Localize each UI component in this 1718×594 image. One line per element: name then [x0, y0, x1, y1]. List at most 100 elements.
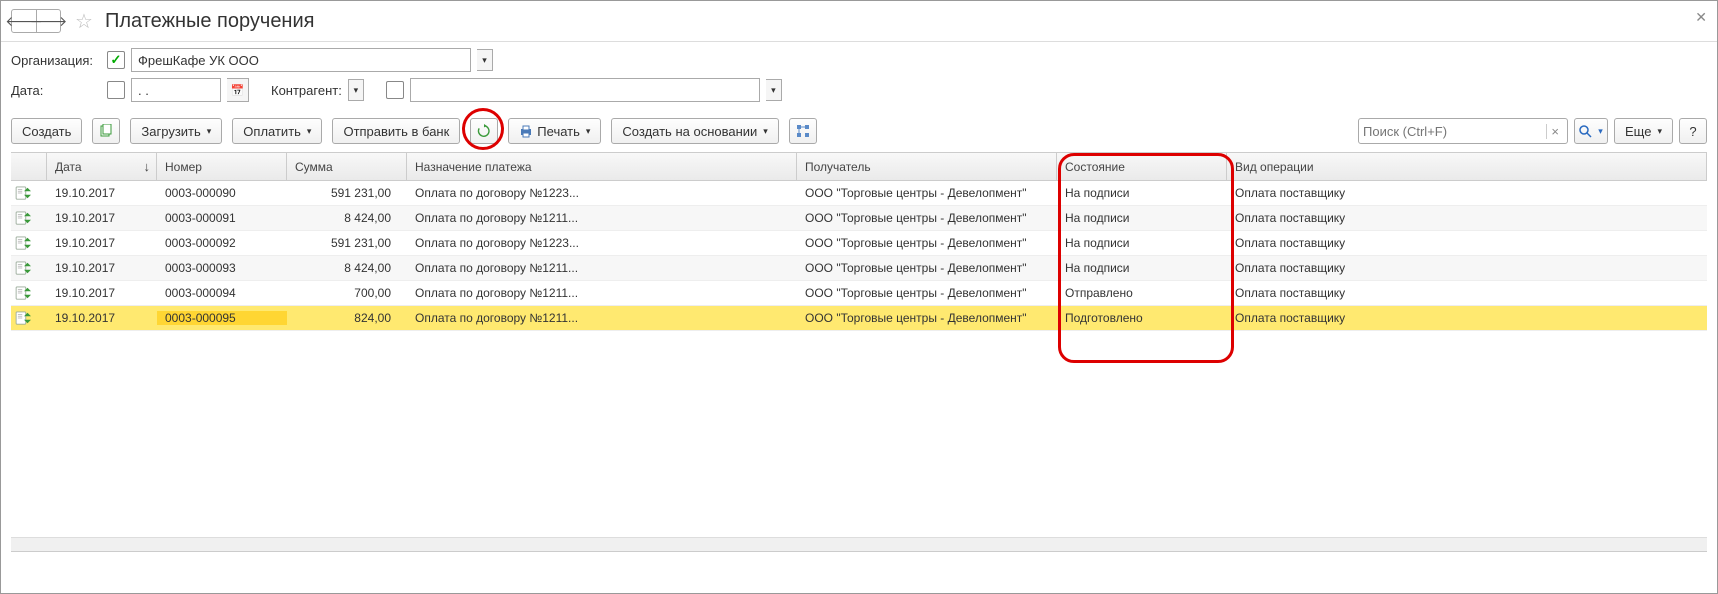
- structure-button[interactable]: [789, 118, 817, 144]
- row-doc-icon: [11, 186, 47, 200]
- col-purpose[interactable]: Назначение платежа: [407, 153, 797, 180]
- date-label: Дата:: [11, 83, 101, 98]
- cell-recipient: ООО "Торговые центры - Девелопмент": [797, 311, 1057, 325]
- cell-recipient: ООО "Торговые центры - Девелопмент": [797, 211, 1057, 225]
- grid-header: Дата Номер Сумма Назначение платежа Полу…: [11, 153, 1707, 181]
- cell-state: Подготовлено: [1057, 311, 1227, 325]
- col-icon[interactable]: [11, 153, 47, 180]
- col-sum[interactable]: Сумма: [287, 153, 407, 180]
- table-row[interactable]: 19.10.20170003-0000918 424,00Оплата по д…: [11, 206, 1707, 231]
- cell-state: Отправлено: [1057, 286, 1227, 300]
- cell-date: 19.10.2017: [47, 186, 157, 200]
- print-button[interactable]: Печать ▾: [508, 118, 601, 144]
- table-row[interactable]: 19.10.20170003-000094700,00Оплата по дог…: [11, 281, 1707, 306]
- row-doc-icon: [11, 261, 47, 275]
- more-button[interactable]: Еще ▾: [1614, 118, 1673, 144]
- row-doc-icon: [11, 211, 47, 225]
- cell-operation: Оплата поставщику: [1227, 261, 1707, 275]
- date-value: . .: [138, 83, 149, 98]
- date-field[interactable]: . .: [131, 78, 221, 102]
- contragent-operator-dropdown[interactable]: ▾: [348, 79, 364, 101]
- row-doc-icon: [11, 286, 47, 300]
- cell-date: 19.10.2017: [47, 261, 157, 275]
- cell-sum: 591 231,00: [287, 186, 407, 200]
- contragent-field[interactable]: [410, 78, 760, 102]
- chevron-down-icon: ▾: [307, 126, 312, 137]
- cell-sum: 824,00: [287, 311, 407, 325]
- send-label: Отправить в банк: [343, 124, 449, 139]
- structure-icon: [796, 124, 810, 138]
- col-state[interactable]: Состояние: [1057, 153, 1227, 180]
- create-based-label: Создать на основании: [622, 124, 757, 139]
- search-box[interactable]: ×: [1358, 118, 1568, 144]
- cell-recipient: ООО "Торговые центры - Девелопмент": [797, 286, 1057, 300]
- cell-operation: Оплата поставщику: [1227, 286, 1707, 300]
- create-button[interactable]: Создать: [11, 118, 82, 144]
- cell-recipient: ООО "Торговые центры - Девелопмент": [797, 186, 1057, 200]
- cell-date: 19.10.2017: [47, 211, 157, 225]
- pay-label: Оплатить: [243, 124, 301, 139]
- col-operation[interactable]: Вид операции: [1227, 153, 1707, 180]
- nav-buttons: 🡐 🡒: [11, 9, 61, 33]
- org-checkbox[interactable]: [107, 51, 125, 69]
- org-value: ФрешКафе УК ООО: [138, 53, 259, 68]
- col-recipient[interactable]: Получатель: [797, 153, 1057, 180]
- cell-operation: Оплата поставщику: [1227, 236, 1707, 250]
- org-field[interactable]: ФрешКафе УК ООО: [131, 48, 471, 72]
- search-button[interactable]: ▾: [1574, 118, 1608, 144]
- row-doc-icon: [11, 311, 47, 325]
- create-label: Создать: [22, 124, 71, 139]
- copy-icon: [99, 124, 113, 138]
- toolbar: Создать Загрузить▾ Оплатить ▾ Отправить в…: [1, 114, 1717, 152]
- table-row[interactable]: 19.10.20170003-000092591 231,00Оплата по…: [11, 231, 1707, 256]
- grid: Дата Номер Сумма Назначение платежа Полу…: [11, 152, 1707, 552]
- more-label: Еще: [1625, 124, 1651, 139]
- contragent-checkbox[interactable]: [386, 81, 404, 99]
- table-row[interactable]: 19.10.20170003-000090591 231,00 Оплата по…: [11, 181, 1707, 206]
- row-doc-icon: [11, 236, 47, 250]
- send-to-bank-button[interactable]: Отправить в банк: [332, 118, 460, 144]
- cell-recipient: ООО "Торговые центры - Девелопмент": [797, 261, 1057, 275]
- cell-sum: 8 424,00: [287, 211, 407, 225]
- org-dropdown-icon[interactable]: ▾: [477, 49, 493, 71]
- contragent-label: Контрагент:: [271, 83, 342, 98]
- cell-operation: Оплата поставщику: [1227, 186, 1707, 200]
- pay-button[interactable]: Оплатить ▾: [232, 118, 322, 144]
- cell-sum: 700,00: [287, 286, 407, 300]
- forward-button[interactable]: 🡒: [36, 10, 60, 32]
- refresh-button[interactable]: [470, 118, 498, 144]
- cell-number: 0003-000094: [157, 286, 287, 300]
- filter-row-date: Дата: . . 📅 Контрагент: ▾ ▾: [11, 78, 1707, 102]
- help-button[interactable]: ?: [1679, 118, 1707, 144]
- cell-purpose: Оплата по договору №1211...: [407, 286, 797, 300]
- search-input[interactable]: [1363, 124, 1542, 139]
- cell-recipient: ООО "Торговые центры - Девелопмент": [797, 236, 1057, 250]
- col-number[interactable]: Номер: [157, 153, 287, 180]
- copy-button[interactable]: [92, 118, 120, 144]
- cell-sum: 591 231,00: [287, 236, 407, 250]
- cell-operation: Оплата поставщику: [1227, 311, 1707, 325]
- cell-number: 0003-000090: [157, 186, 287, 200]
- chevron-down-icon: ▾: [586, 126, 591, 137]
- search-clear-icon[interactable]: ×: [1546, 124, 1563, 139]
- create-based-on-button[interactable]: Создать на основании ▾: [611, 118, 778, 144]
- chevron-down-icon: ▾: [763, 126, 768, 137]
- contragent-dropdown-icon[interactable]: ▾: [766, 79, 782, 101]
- cell-purpose: Оплата по договору №1223...: [407, 236, 797, 250]
- close-icon[interactable]: ✕: [1695, 9, 1707, 26]
- col-date[interactable]: Дата: [47, 153, 157, 180]
- print-label: Печать: [537, 124, 580, 139]
- favorite-star-icon[interactable]: ☆: [73, 10, 95, 32]
- cell-purpose: Оплата по договору №1211...: [407, 311, 797, 325]
- table-row[interactable]: 19.10.20170003-0000938 424,00Оплата по д…: [11, 256, 1707, 281]
- chevron-down-icon: ▾: [207, 126, 212, 137]
- calendar-icon[interactable]: 📅: [227, 78, 249, 102]
- cell-state: На подписи: [1057, 236, 1227, 250]
- date-checkbox[interactable]: [107, 81, 125, 99]
- load-button[interactable]: Загрузить▾: [130, 118, 222, 144]
- horizontal-scrollbar[interactable]: [11, 537, 1707, 551]
- cell-operation: Оплата поставщику: [1227, 211, 1707, 225]
- chevron-down-icon: ▾: [1657, 126, 1662, 137]
- cell-sum: 8 424,00: [287, 261, 407, 275]
- table-row[interactable]: 19.10.20170003-000095824,00Оплата по дог…: [11, 306, 1707, 331]
